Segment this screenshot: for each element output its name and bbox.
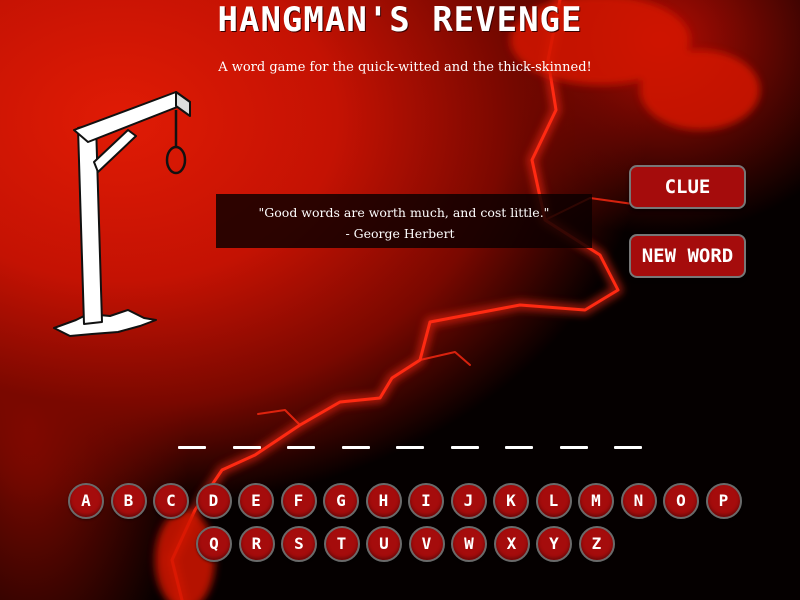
new-word-button[interactable]: NEW WORD [629,234,746,278]
letter-button-d[interactable]: D [195,483,232,519]
letter-button-r[interactable]: R [238,526,275,562]
letter-button-e[interactable]: E [238,483,274,519]
letter-button-x[interactable]: X [493,526,530,562]
letter-button-i[interactable]: I [408,483,444,519]
letter-blank [614,446,642,449]
letter-button-a[interactable]: A [68,483,104,519]
gallows-illustration [53,91,191,337]
letter-blank [396,446,424,449]
letter-button-v[interactable]: V [408,526,445,562]
letter-button-g[interactable]: G [323,483,359,519]
letter-button-q[interactable]: Q [196,526,232,562]
letter-button-b[interactable]: B [110,483,147,519]
letter-button-w[interactable]: W [451,526,487,562]
quote-box: "Good words are worth much, and cost lit… [216,194,592,248]
letter-blank [287,446,315,449]
game-title: HANGMAN'S REVENGE [217,0,583,40]
letter-button-p[interactable]: P [705,483,742,519]
letter-blank [232,446,261,449]
letter-button-l[interactable]: L [535,483,572,519]
letter-button-o[interactable]: O [663,483,699,519]
letter-blank [178,446,206,449]
letter-blank [450,446,479,449]
quote-text: "Good words are worth much, and cost lit… [258,205,550,220]
game-subtitle: A word game for the quick-witted and the… [218,60,592,75]
clue-button[interactable]: CLUE [629,165,746,209]
letter-button-j[interactable]: J [450,483,487,519]
word-blanks [174,446,654,454]
letter-button-h[interactable]: H [365,483,402,519]
letter-button-u[interactable]: U [366,526,402,562]
letter-blank [505,446,533,449]
letter-blank [341,446,370,449]
letter-button-y[interactable]: Y [536,526,572,562]
letter-button-c[interactable]: C [153,483,189,519]
letter-button-s[interactable]: S [281,526,317,562]
letter-button-m[interactable]: M [578,483,614,519]
letter-blank [559,446,588,449]
letter-button-n[interactable]: N [620,483,657,519]
letter-button-k[interactable]: K [493,483,529,519]
letter-button-t[interactable]: T [323,526,360,562]
quote-author: - George Herbert [345,226,455,241]
letter-button-f[interactable]: F [280,483,317,519]
letter-button-z[interactable]: Z [578,526,615,562]
